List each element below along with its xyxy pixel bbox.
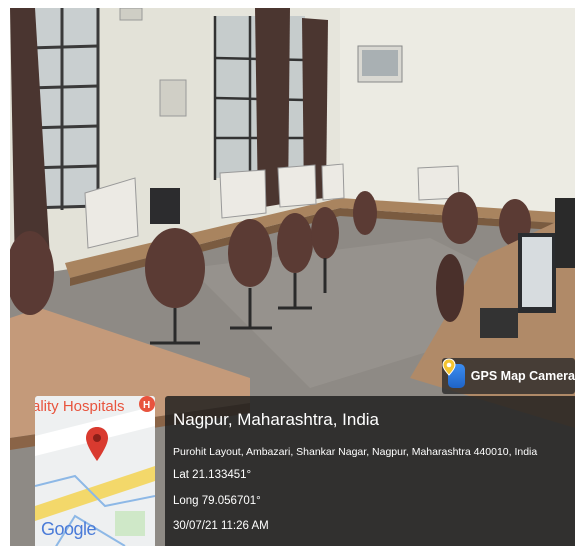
address-line: Purohit Layout, Ambazari, Shankar Nagar,… — [173, 446, 538, 458]
longitude-line: Long 79.056701° — [173, 495, 261, 507]
location-pin-icon — [86, 427, 108, 461]
location-info-panel: Nagpur, Maharashtra, India Purohit Layou… — [165, 396, 575, 546]
map-pin-app-icon — [442, 358, 465, 388]
latitude-line: Lat 21.133451° — [173, 469, 252, 481]
svg-text:H: H — [143, 400, 150, 411]
map-thumbnail: H ality Hospitals Google — [35, 396, 155, 546]
google-logo: Google — [41, 519, 97, 539]
classroom-photo: GPS Map Camera H ality Hospitals Google … — [10, 8, 575, 546]
map-poi-label: ality Hospitals — [35, 398, 125, 415]
datetime-line: 30/07/21 11:26 AM — [173, 520, 269, 532]
place-title: Nagpur, Maharashtra, India — [173, 410, 380, 429]
gps-badge-title: GPS Map Camera — [470, 369, 575, 383]
gps-map-camera-badge: GPS Map Camera — [442, 358, 575, 394]
photo-frame: GPS Map Camera H ality Hospitals Google … — [0, 0, 579, 550]
